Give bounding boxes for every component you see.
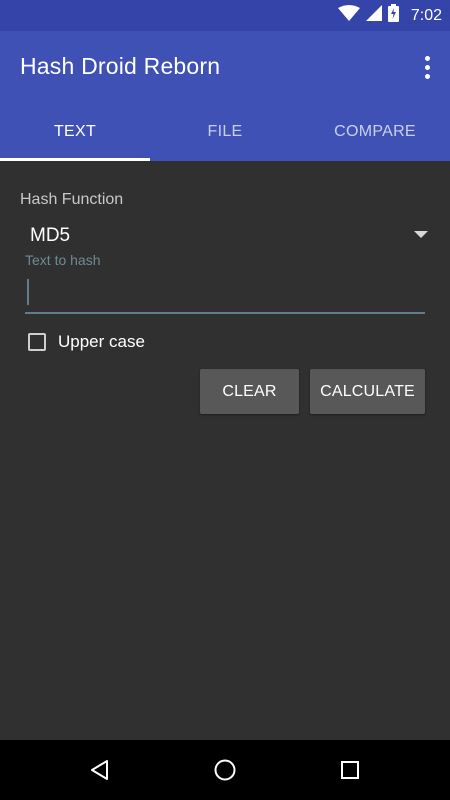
status-time: 7:02 [410,6,442,24]
uppercase-label: Upper case [58,332,145,351]
app-bar: Hash Droid Reborn [0,31,450,103]
text-to-hash-input[interactable] [25,274,425,314]
more-vert-icon[interactable] [416,53,438,81]
navigation-bar [0,740,450,800]
tab-compare[interactable]: COMPARE [300,103,450,161]
wifi-icon [337,5,360,26]
text-to-hash-label: Text to hash [25,252,101,268]
hash-function-value: MD5 [30,225,71,246]
signal-icon [365,5,382,26]
tab-file[interactable]: FILE [150,103,300,161]
app-title: Hash Droid Reborn [20,53,221,79]
battery-charging-icon [387,4,399,27]
tab-text[interactable]: TEXT [0,103,150,161]
dropdown-arrow-icon [414,231,428,238]
uppercase-checkbox[interactable] [28,333,46,351]
back-icon[interactable] [85,755,115,785]
screen: 7:02 Hash Droid Reborn TEXT FILE COMPARE… [0,0,450,800]
calculate-button[interactable]: CALCULATE [310,369,425,414]
clear-button[interactable]: CLEAR [200,369,299,414]
tab-bar: TEXT FILE COMPARE [0,103,450,161]
text-cursor [27,279,29,305]
status-bar: 7:02 [0,0,450,31]
status-icons: 7:02 [337,0,442,31]
home-icon[interactable] [210,755,240,785]
main-content: Hash Function MD5 Text to hash Upper cas… [0,161,450,740]
recents-icon[interactable] [335,755,365,785]
hash-function-label: Hash Function [20,191,124,208]
hash-function-spinner[interactable]: MD5 [20,221,432,253]
uppercase-row[interactable]: Upper case [28,330,145,354]
